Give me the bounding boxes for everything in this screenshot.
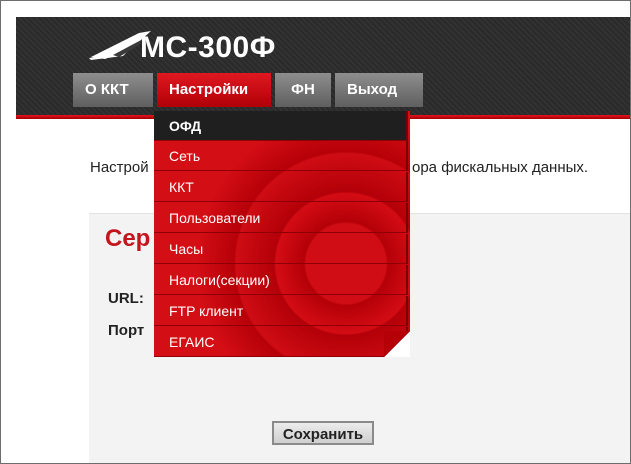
section-title: Сер bbox=[105, 225, 151, 252]
url-label: URL: bbox=[108, 290, 144, 307]
tab-fn[interactable]: ФН bbox=[275, 73, 331, 107]
tab-logout[interactable]: Выход bbox=[335, 73, 423, 107]
settings-dropdown-menu: ОФД Сеть ККТ Пользователи Часы Налоги(се… bbox=[154, 111, 410, 357]
menu-item-users[interactable]: Пользователи bbox=[154, 203, 408, 233]
menu-item-egais[interactable]: ЕГАИС bbox=[154, 327, 408, 357]
menu-item-ftp-client[interactable]: FTP клиент bbox=[154, 296, 408, 326]
menu-corner-decoration bbox=[384, 331, 410, 357]
main-nav: О ККТ Настройки ФН Выход bbox=[73, 73, 427, 107]
port-label: Порт bbox=[108, 322, 145, 339]
menu-item-clock[interactable]: Часы bbox=[154, 234, 408, 264]
app-title: МС-300Ф bbox=[140, 31, 276, 64]
tab-settings[interactable]: Настройки bbox=[157, 73, 271, 107]
intro-text-right: ора фискальных данных. bbox=[412, 159, 589, 176]
save-button[interactable]: Сохранить bbox=[272, 421, 374, 445]
menu-item-taxes[interactable]: Налоги(секции) bbox=[154, 265, 408, 295]
app-window: МС-300Ф О ККТ Настройки ФН Выход Настрой… bbox=[0, 0, 631, 464]
menu-item-kkt[interactable]: ККТ bbox=[154, 172, 408, 202]
menu-item-ofd[interactable]: ОФД bbox=[154, 111, 408, 141]
menu-item-network[interactable]: Сеть bbox=[154, 141, 408, 171]
tab-about-kkt[interactable]: О ККТ bbox=[73, 73, 153, 107]
intro-text-left: Настрой bbox=[90, 159, 149, 176]
